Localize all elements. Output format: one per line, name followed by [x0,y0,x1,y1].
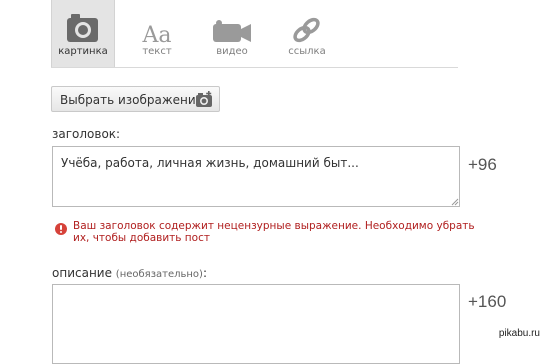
video-camera-icon [213,20,251,42]
tab-video[interactable]: видео [201,0,263,67]
tab-label: ссылка [288,46,326,57]
error-text: Ваш заголовок содержит нецензурные выраж… [73,220,475,244]
title-char-counter: +96 [468,155,497,174]
description-label-text: описание [52,266,112,280]
camera-icon [67,14,98,42]
description-label: описание (необязательно): [52,266,207,280]
tab-label: картинка [58,46,108,57]
tab-link[interactable]: ссылка [276,0,338,67]
tab-picture[interactable]: картинка [51,0,115,67]
resize-grip-icon[interactable] [451,198,459,206]
link-icon [293,17,320,43]
tab-label: видео [216,46,248,57]
svg-text:Aa: Aa [141,23,171,44]
choose-image-button[interactable]: Выбрать изображение [51,86,220,112]
error-icon [55,223,67,235]
site-watermark: pikabu.ru [498,328,540,339]
description-label-colon: : [202,266,208,280]
description-char-counter: +160 [468,292,507,311]
tab-label: текст [142,46,172,57]
optional-hint: (необязательно) [115,269,203,280]
tab-text[interactable]: Aa текст [126,0,188,67]
choose-image-label: Выбрать изображение [60,93,204,107]
post-type-tabs: картинка Aa текст видео ссылка [51,0,458,68]
title-input[interactable] [52,146,460,207]
text-icon: Aa [141,23,171,44]
description-input[interactable] [52,284,460,364]
title-label: заголовок: [52,127,121,141]
camera-icon [196,91,212,107]
